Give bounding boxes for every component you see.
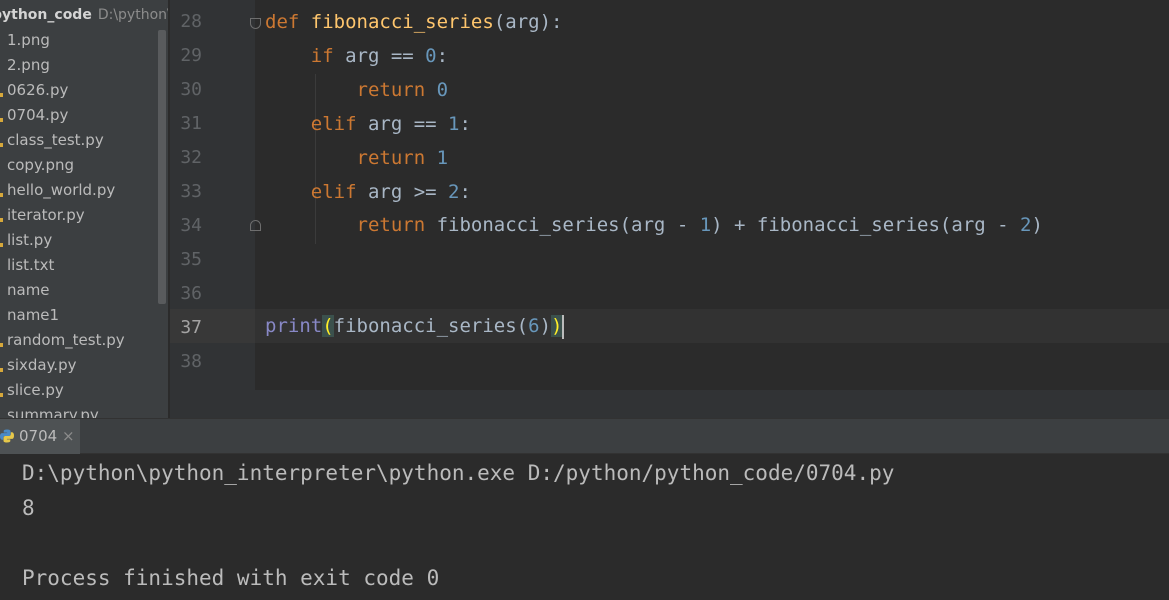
line-number: 33 [180, 181, 202, 202]
python-file-icon [0, 143, 3, 147]
file-name: hello_world.py [7, 181, 116, 199]
python-file-icon [0, 118, 3, 122]
line-number: 28 [180, 11, 202, 32]
line-number: 32 [180, 147, 202, 168]
file-name: 0626.py [7, 81, 69, 99]
editor-bottom-strip [170, 390, 1169, 418]
keyword-elif: elif [310, 181, 357, 203]
line-number: 31 [180, 113, 202, 134]
file-name: name [7, 281, 50, 299]
keyword-return: return [356, 79, 426, 101]
builtin-print: print [265, 315, 323, 337]
line-number: 38 [180, 351, 202, 372]
matched-bracket-close: ) [551, 315, 563, 337]
code-text: arg >= [356, 181, 449, 203]
number-literal: 0 [425, 45, 437, 67]
number-literal: 2 [448, 181, 460, 203]
line-number: 37 [180, 317, 202, 338]
python-icon [0, 429, 14, 443]
console-line-result: 8 [22, 496, 35, 520]
code-text: ) [539, 315, 552, 337]
file-name: list.py [7, 231, 53, 249]
project-tree: python_code D:\python\ 1.png 2.png 0626.py 0… [0, 0, 168, 418]
code-text: : [436, 45, 449, 67]
code-text: : [459, 113, 471, 135]
python-file-icon [0, 193, 3, 197]
file-name: 0704.py [7, 106, 69, 124]
code-text: fibonacci_series(arg - [425, 214, 700, 236]
console-line-exit: Process finished with exit code 0 [22, 566, 440, 590]
text-caret [562, 314, 565, 339]
code-text: fibonacci_series( [333, 315, 529, 337]
project-root[interactable]: python_code D:\python\ [0, 4, 168, 26]
number-literal: 2 [1020, 214, 1032, 236]
number-literal: 0 [436, 79, 449, 101]
code-line-34[interactable]: return fibonacci_series(arg - 1) + fibon… [265, 208, 1043, 242]
line-number: 34 [180, 215, 202, 236]
code-editor[interactable]: 28 29 30 31 32 33 34 35 36 37 38 def fibonacci_ser… [170, 0, 1169, 390]
fold-end-icon[interactable] [250, 220, 261, 231]
run-tab-label: 0704 [19, 427, 58, 445]
tree-scrollbar[interactable] [158, 30, 166, 304]
number-literal: 1 [448, 113, 460, 135]
project-root-name: python_code [0, 7, 92, 23]
python-file-icon [0, 393, 3, 397]
python-file-icon [0, 93, 3, 97]
project-root-path: D:\python\ [97, 7, 168, 23]
number-literal: 1 [436, 147, 449, 169]
file-name: slice.py [7, 381, 64, 399]
keyword-def: def [265, 11, 300, 33]
line-number: 30 [180, 79, 202, 100]
keyword-if: if [310, 45, 334, 67]
code-line-28[interactable]: def fibonacci_series(arg): [265, 5, 562, 39]
number-literal: 6 [528, 315, 540, 337]
file-name: sixday.py [7, 356, 77, 374]
code-line-30[interactable]: return 0 [265, 73, 449, 107]
code-line-29[interactable]: if arg == 0: [265, 39, 448, 73]
python-file-icon [0, 343, 3, 347]
file-name: iterator.py [7, 206, 85, 224]
code-text: arg == [333, 45, 426, 67]
file-name: name1 [7, 306, 60, 324]
file-name: class_test.py [7, 131, 104, 149]
code-line-33[interactable]: elif arg >= 2: [265, 175, 471, 209]
line-number: 35 [180, 249, 202, 270]
code-line-37[interactable]: print(fibonacci_series(6)) [265, 309, 565, 343]
code-text: : [459, 181, 471, 203]
matched-bracket-open: ( [322, 315, 334, 337]
file-name: 1.png [7, 31, 50, 49]
run-tool-window-tabs: 0704 × [0, 418, 1169, 454]
file-name: copy.png [7, 156, 75, 174]
python-file-icon [0, 368, 3, 372]
keyword-return: return [356, 214, 426, 236]
code-text: (arg): [493, 11, 563, 33]
fold-collapse-icon[interactable] [250, 18, 261, 29]
file-name: summary.py [7, 406, 99, 418]
code-line-32[interactable]: return 1 [265, 141, 449, 175]
file-name: random_test.py [7, 331, 125, 349]
file-name: list.txt [7, 256, 55, 274]
function-name: fibonacci_series [310, 11, 494, 33]
code-text: arg == [356, 113, 449, 135]
console-line-command: D:\python\python_interpreter\python.exe … [22, 461, 895, 485]
code-line-31[interactable]: elif arg == 1: [265, 107, 471, 141]
keyword-return: return [356, 147, 426, 169]
close-icon[interactable]: × [62, 419, 75, 454]
code-text: ) + fibonacci_series(arg - [711, 214, 1021, 236]
keyword-elif: elif [310, 113, 357, 135]
run-tab-0704[interactable]: 0704 × [0, 419, 80, 454]
number-literal: 1 [699, 214, 712, 236]
code-text: ) [1031, 214, 1043, 236]
line-number: 29 [180, 45, 202, 66]
python-file-icon [0, 243, 3, 247]
file-name: 2.png [7, 56, 50, 74]
line-number: 36 [180, 283, 202, 304]
python-file-icon [0, 218, 3, 222]
run-console-output[interactable]: D:\python\python_interpreter\python.exe … [0, 454, 1169, 600]
